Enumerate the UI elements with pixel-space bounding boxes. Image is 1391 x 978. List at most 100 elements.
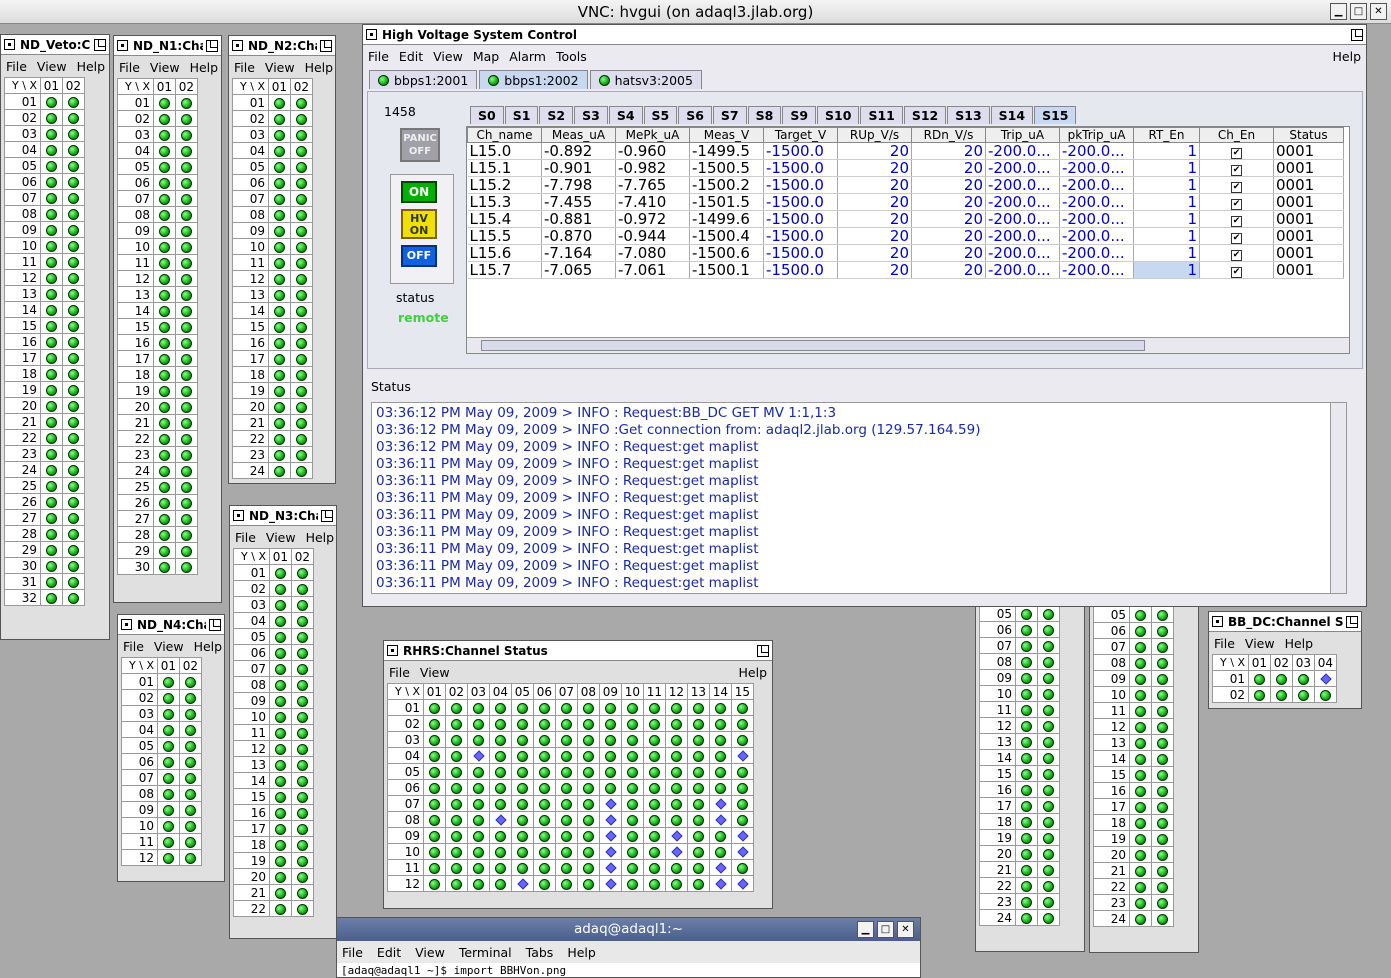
grid-cell[interactable] [1037,845,1060,862]
grid-cell[interactable] [40,413,63,430]
grid-cell[interactable] [423,859,446,876]
term-menu-edit[interactable]: Edit [377,945,401,960]
table-cell[interactable]: -200.0... [1059,176,1134,194]
grid-cell[interactable] [153,174,176,191]
menu-file[interactable]: File [235,530,256,545]
table-cell[interactable]: -1499.5 [689,142,764,160]
grid-cell[interactable] [175,558,198,575]
grid-cell[interactable] [1270,670,1293,687]
ch-enable-checkbox[interactable]: ✔ [1199,210,1274,228]
grid-cell[interactable] [731,747,754,764]
grid-cell[interactable] [175,302,198,319]
on-button[interactable]: ON [401,181,437,203]
table-cell[interactable]: 20 [911,159,986,177]
grid-cell[interactable] [1129,750,1152,767]
restore-icon[interactable] [94,38,106,51]
slot-tab[interactable]: S10 [817,106,860,124]
grid-cell[interactable] [731,763,754,780]
grid-cell[interactable] [62,205,85,222]
crate-tab[interactable]: hatsv3:2005 [589,70,702,89]
grid-cell[interactable] [489,859,512,876]
grid-cell[interactable] [179,785,202,802]
grid-cell[interactable] [291,900,314,917]
grid-cell[interactable] [511,875,534,892]
grid-cell[interactable] [291,596,314,613]
table-cell[interactable]: -200.0... [1059,142,1134,160]
grid-cell[interactable] [62,573,85,590]
grid-cell[interactable] [290,174,313,191]
slot-tab[interactable]: S8 [747,106,782,124]
grid-cell[interactable] [62,157,85,174]
grid-cell[interactable] [555,715,578,732]
grid-cell[interactable] [153,206,176,223]
grid-cell[interactable] [489,747,512,764]
grid-cell[interactable] [268,94,291,111]
grid-cell[interactable] [467,731,490,748]
grid-cell[interactable] [157,753,180,770]
grid-cell[interactable] [489,827,512,844]
grid-cell[interactable] [1037,829,1060,846]
grid-cell[interactable] [511,699,534,716]
grid-cell[interactable] [1037,781,1060,798]
grid-cell[interactable] [1037,669,1060,686]
grid-cell[interactable] [731,811,754,828]
restore-icon[interactable] [757,644,769,657]
ch-enable-checkbox[interactable]: ✔ [1199,159,1274,177]
grid-cell[interactable] [157,769,180,786]
status-log[interactable]: 03:36:12 PM May 09, 2009 > INFO : Reques… [371,402,1347,594]
grid-cell[interactable] [1129,798,1152,815]
grid-cell[interactable] [153,286,176,303]
menu-file[interactable]: File [6,59,27,74]
grid-cell[interactable] [643,763,666,780]
grid-cell[interactable] [533,747,556,764]
grid-cell[interactable] [643,779,666,796]
slot-tab[interactable]: S14 [990,106,1034,124]
table-cell[interactable]: -0.960 [615,142,690,160]
table-row[interactable]: L15.0 -0.892 -0.960 -1499.5 -1500.0 20 20 -200.… [467,142,1344,160]
ch-enable-checkbox[interactable]: ✔ [1199,244,1274,262]
grid-cell[interactable] [153,254,176,271]
menu-help[interactable]: Help [77,59,106,74]
grid-cell[interactable] [423,779,446,796]
slot-tab[interactable]: S15 [1034,106,1077,124]
grid-cell[interactable] [153,430,176,447]
grid-cell[interactable] [1015,669,1038,686]
ch-enable-checkbox[interactable]: ✔ [1199,261,1274,279]
grid-cell[interactable] [268,190,291,207]
grid-cell[interactable] [1015,733,1038,750]
table-cell[interactable]: -200.0... [985,159,1060,177]
menu-view[interactable]: View [154,639,184,654]
grid-cell[interactable] [511,811,534,828]
grid-cell[interactable] [175,286,198,303]
grid-cell[interactable] [687,827,710,844]
grid-cell[interactable] [40,493,63,510]
grid-cell[interactable] [577,731,600,748]
term-menu-view[interactable]: View [415,945,445,960]
grid-cell[interactable] [709,715,732,732]
grid-cell[interactable] [467,779,490,796]
grid-cell[interactable] [533,859,556,876]
window-menu-icon[interactable] [232,40,243,51]
grid-cell[interactable] [599,859,622,876]
grid-cell[interactable] [1151,734,1174,751]
grid-cell[interactable] [268,430,291,447]
grid-cell[interactable] [268,414,291,431]
grid-cell[interactable] [269,900,292,917]
column-header[interactable]: RDn_V/s [911,127,986,143]
grid-cell[interactable] [62,93,85,110]
table-cell[interactable]: 20 [837,159,912,177]
grid-cell[interactable] [40,317,63,334]
grid-cell[interactable] [290,366,313,383]
grid-cell[interactable] [153,510,176,527]
grid-cell[interactable] [290,302,313,319]
grid-cell[interactable] [1129,670,1152,687]
grid-cell[interactable] [40,365,63,382]
grid-cell[interactable] [290,462,313,479]
grid-cell[interactable] [179,769,202,786]
grid-cell[interactable] [268,158,291,175]
grid-cell[interactable] [621,779,644,796]
grid-cell[interactable] [643,859,666,876]
menu-view[interactable]: View [1245,636,1275,651]
grid-cell[interactable] [175,478,198,495]
grid-cell[interactable] [1037,701,1060,718]
